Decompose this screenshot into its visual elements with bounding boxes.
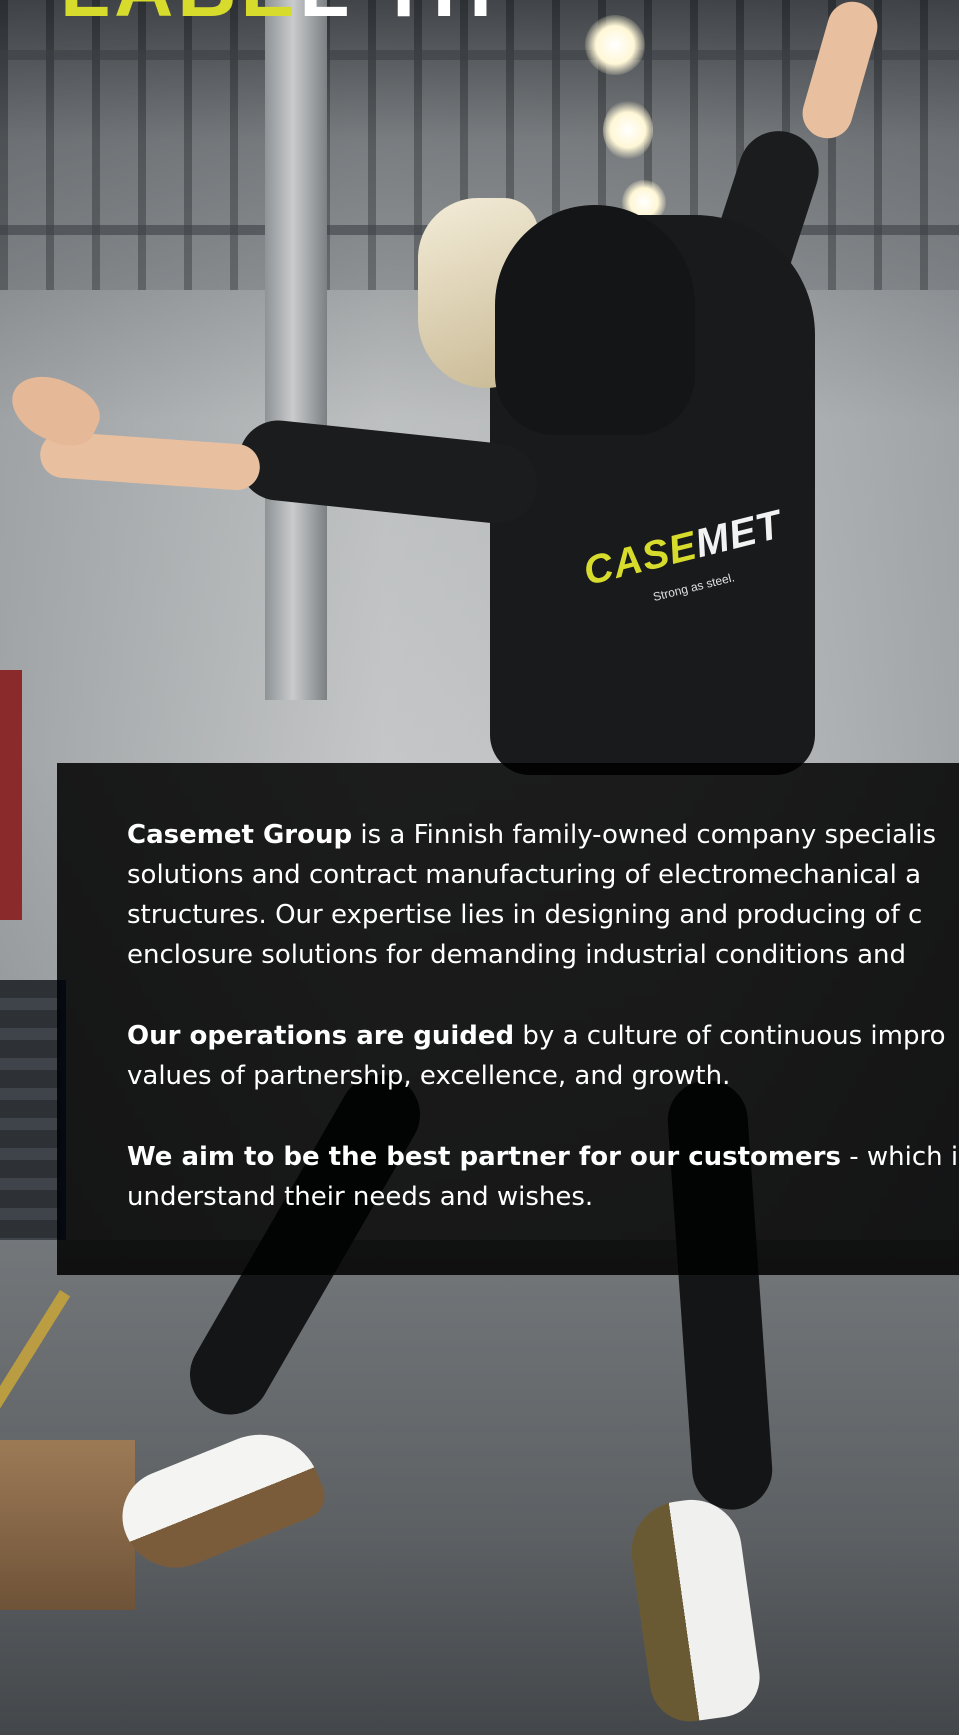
hood [495,205,695,435]
right-forearm [796,0,884,145]
paragraph-line: values of partnership, excellence, and g… [127,1061,731,1091]
headline-rest-text: L TH [299,0,496,34]
paragraph-line: Casemet Group is a Finnish family-owned … [127,815,959,855]
paragraph-line: enclosure solutions for demanding indust… [127,940,906,970]
paragraph-line: solutions and contract manufacturing of … [127,860,922,890]
paragraph-bold-lead: Our operations are guided [127,1021,515,1051]
paragraph-bold-lead: We aim to be the best partner for our cu… [127,1142,841,1172]
about-paragraph: We aim to be the best partner for our cu… [127,1137,959,1217]
left-sneaker [108,1416,332,1584]
paragraph-line: structures. Our expertise lies in design… [127,900,923,930]
paragraph-text: - which is [840,1142,959,1172]
about-paragraph: Casemet Group is a Finnish family-owned … [127,815,959,975]
paragraph-line: understand their needs and wishes. [127,1182,594,1212]
paragraph-line: Our operations are guided by a culture o… [127,1016,959,1056]
paragraph-bold-lead: Casemet Group [127,820,353,850]
hero-headline: LABEL TH [60,0,496,36]
about-info-panel: Casemet Group is a Finnish family-owned … [57,763,959,1275]
about-paragraph: Our operations are guided by a culture o… [127,1016,959,1096]
headline-accent-text: LABE [60,0,299,34]
paragraph-text: is a Finnish family-owned company specia… [352,820,937,850]
paragraph-line: We aim to be the best partner for our cu… [127,1137,959,1177]
right-sneaker [625,1493,765,1727]
paragraph-text: by a culture of continuous impro [514,1021,946,1051]
